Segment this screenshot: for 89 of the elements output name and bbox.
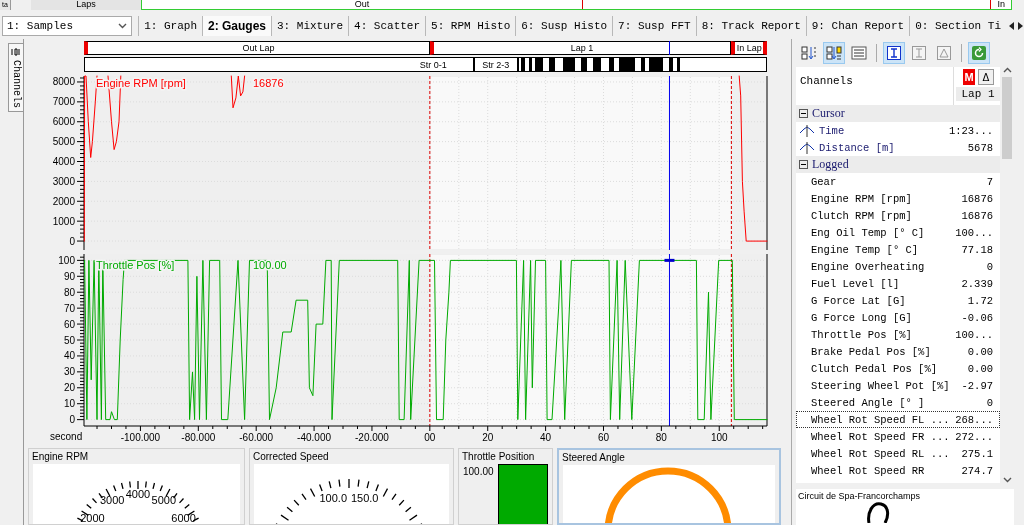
- axis-tick-label: 10: [63, 398, 75, 410]
- dial-label: 6000: [170, 512, 197, 524]
- axis-tick-label: 80: [655, 432, 667, 443]
- channel-name: Fuel Level [l]: [810, 277, 901, 290]
- axis-tick-label: 50: [63, 334, 75, 346]
- axis-tick-label: 20: [63, 382, 75, 394]
- channel-name: Clutch Pedal Pos [%]: [810, 362, 939, 375]
- cursor-reading: 16876: [253, 77, 284, 89]
- axis-tick-label: 00: [424, 432, 436, 443]
- gauge-reading: 100.00: [463, 465, 494, 479]
- gauge-title: Corrected Speed: [252, 450, 330, 464]
- channel-value: 0: [986, 396, 993, 409]
- channel-name: Engine RPM [rpm]: [810, 192, 913, 205]
- axis-tick-label: 8000: [52, 76, 75, 88]
- lap-label: In: [990, 0, 1011, 9]
- channel-value: 2.339: [961, 277, 993, 290]
- gauge-title: Steered Angle: [561, 451, 626, 465]
- group-label: Cursor: [812, 106, 845, 121]
- axis-tick-label: -80.000: [181, 432, 216, 443]
- axis-tick-label: 100: [58, 254, 75, 266]
- axis-tick-label: -20.000: [355, 432, 389, 443]
- axis-tick-label: 5000: [52, 136, 75, 148]
- channel-value: 268...: [955, 413, 993, 426]
- channel-name: Steered Angle [° ]: [810, 396, 926, 409]
- axis-tick-label: -100.000: [120, 432, 161, 443]
- axis-tick-label: 80: [63, 286, 75, 298]
- lap-label: Out: [142, 0, 583, 9]
- channel-value: 1:23...: [948, 124, 993, 137]
- group-label: Logged: [812, 157, 849, 172]
- channel-name: Throttle Pos [%]: [810, 328, 913, 341]
- track-name: Circuit de Spa-Francorchamps: [797, 490, 922, 501]
- channel-value: 275.1: [961, 447, 993, 460]
- channel-value: 272...: [955, 430, 993, 443]
- axis-tick-label: 60: [63, 318, 75, 330]
- channel-value: 0: [986, 260, 993, 273]
- channel-value: 1.72: [967, 294, 993, 307]
- axis-tick-label: 1000: [52, 215, 75, 227]
- channel-name: Engine Temp [° C]: [810, 243, 920, 256]
- dial-label: 100.0: [318, 491, 349, 504]
- axis-tick-label: 7000: [52, 96, 75, 108]
- axis-tick-label: 0: [69, 414, 75, 426]
- gauge-title: Throttle Position: [461, 450, 536, 464]
- axis-tick-label: 60: [597, 432, 610, 443]
- channel-name: Distance [m]: [819, 141, 896, 154]
- channel-name: Time: [819, 124, 846, 137]
- channel-name: Wheel Rot Speed FR ...: [810, 430, 951, 443]
- axis-tick-label: 30: [63, 366, 75, 378]
- axis-tick-label: 6000: [52, 116, 75, 128]
- channel-name: Clutch RPM [rpm]: [810, 209, 913, 222]
- axis-tick-label: 20: [482, 432, 494, 443]
- channel-name: Wheel Rot Speed RL ...: [810, 447, 951, 460]
- laps-header: Laps: [31, 0, 141, 10]
- channel-name: Wheel Rot Speed RR: [810, 464, 926, 477]
- dial-label: 2000: [79, 512, 106, 524]
- channel-name: Engine Overheating: [810, 260, 926, 273]
- channel-value: 0.00: [967, 345, 993, 358]
- channel-name: G Force Lat [G]: [810, 294, 907, 307]
- axis-tick-label: -60.000: [239, 432, 274, 443]
- axis-tick-label: 4000: [52, 156, 75, 167]
- channel-value: -2.97: [961, 379, 993, 392]
- axis-tick-label: 90: [63, 270, 75, 282]
- channel-value: 274.7: [961, 464, 993, 477]
- axis-tick-label: 40: [63, 350, 75, 362]
- channel-value: 16876: [961, 192, 993, 205]
- channel-value: 100...: [955, 328, 993, 341]
- axis-title: second: [50, 431, 83, 442]
- channel-value: 5678: [967, 141, 993, 154]
- axis-tick-label: 70: [63, 302, 75, 314]
- channel-value: 7: [986, 175, 993, 188]
- axis-tick-label: 100: [710, 432, 728, 443]
- gauge-title: Engine RPM: [31, 450, 90, 464]
- axis-tick-label: -40.000: [297, 432, 332, 443]
- channel-name: Wheel Rot Speed FL ...: [810, 413, 951, 426]
- axis-tick-label: 40: [540, 432, 552, 443]
- channel-name: Gear: [810, 175, 838, 188]
- panel-title: Channels: [799, 74, 853, 89]
- lap-column-header: Lap 1: [956, 87, 1000, 101]
- channel-name: G Force Long [G]: [810, 311, 913, 324]
- channel-value: -0.06: [961, 311, 993, 324]
- axis-tick-label: 2000: [52, 195, 75, 207]
- channel-value: 100...: [955, 226, 993, 239]
- channel-value: 77.18: [961, 243, 993, 256]
- channel-value: 16876: [961, 209, 993, 222]
- axis-tick-label: 3000: [52, 175, 75, 187]
- channel-name: Brake Pedal Pos [%]: [810, 345, 932, 358]
- channel-name: Steering Wheel Pot [%]: [810, 379, 951, 392]
- channel-name: Eng Oil Temp [° C]: [810, 226, 926, 239]
- axis-tick-label: 0: [69, 235, 75, 247]
- channel-value: 0.00: [967, 362, 993, 375]
